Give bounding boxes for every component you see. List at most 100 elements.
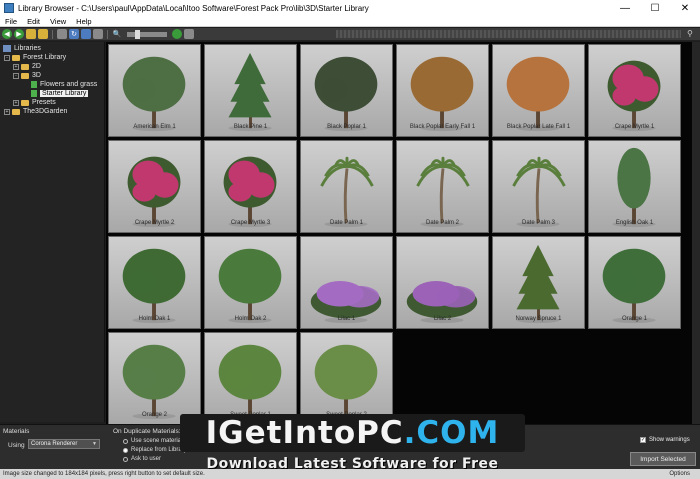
library-item[interactable]: English Oak 1 (588, 140, 681, 233)
expand-icon[interactable]: + (13, 63, 19, 70)
options-link[interactable]: Options (669, 471, 690, 477)
close-button[interactable]: ✕ (670, 0, 700, 16)
forward-icon[interactable]: ▶ (14, 29, 24, 39)
radio-button[interactable] (123, 438, 128, 444)
library-item[interactable]: Orange 1 (588, 236, 681, 329)
tree-item-flowers-and-grass[interactable]: Flowers and grass (0, 80, 104, 89)
folder-up-icon[interactable] (26, 29, 36, 39)
tree-item-3d[interactable]: - 3D (0, 71, 104, 80)
title-bar: Library Browser - C:\Users\paul\AppData\… (0, 0, 700, 16)
maximize-button[interactable]: ☐ (640, 0, 670, 16)
list-view-icon[interactable] (57, 29, 67, 39)
thumbnail-image (205, 141, 296, 232)
library-item[interactable]: Crape Myrtle 1 (588, 44, 681, 137)
folder-icon (21, 63, 29, 70)
thumbnail-image (493, 237, 584, 328)
radio-label: Use scene material (131, 438, 183, 444)
library-item[interactable]: Date Palm 2 (396, 140, 489, 233)
checkmark-icon[interactable]: ✓ (640, 437, 646, 443)
settings-icon[interactable] (184, 29, 194, 39)
tree-icon[interactable] (81, 29, 91, 39)
library-item[interactable]: American Elm 1 (108, 44, 201, 137)
item-label: Norway Spruce 1 (515, 316, 562, 322)
tree-label-selected: Starter Library (40, 90, 89, 97)
thumbnail-image (109, 141, 200, 232)
zoom-out-icon[interactable]: 🔍 (112, 29, 122, 39)
item-label: Crape Myrtle 2 (134, 220, 175, 226)
zoom-in-icon[interactable] (172, 29, 182, 39)
thumbnail-image (301, 141, 392, 232)
library-item[interactable]: Crape Myrtle 2 (108, 140, 201, 233)
expand-icon[interactable]: + (13, 99, 19, 106)
tree-item-libraries[interactable]: Libraries (0, 44, 104, 53)
item-label: Black Poplar Early Fall 1 (409, 124, 476, 130)
radio-replace[interactable]: Replace from Library (123, 447, 187, 453)
thumbnail-image (205, 45, 296, 136)
thumbnail-image (301, 237, 392, 328)
library-item[interactable]: Black Poplar Early Fall 1 (396, 44, 489, 137)
expand-icon[interactable]: + (4, 108, 10, 115)
menu-help[interactable]: Help (71, 17, 96, 26)
thumbnail-image (589, 237, 680, 328)
thumbnail-image (109, 45, 200, 136)
item-label: Date Palm 2 (425, 220, 459, 226)
library-item[interactable]: Holm Oak 2 (204, 236, 297, 329)
radio-use-scene[interactable]: Use scene material (123, 438, 182, 444)
collapse-icon[interactable]: - (13, 72, 19, 79)
library-item[interactable]: Sweet Poplar 1 (204, 332, 297, 424)
radio-button[interactable] (123, 447, 128, 453)
tree-item-forest-library[interactable]: - Forest Library (0, 53, 104, 62)
folder-icon (12, 108, 20, 115)
menu-edit[interactable]: Edit (22, 17, 45, 26)
radio-button[interactable] (123, 456, 128, 462)
minimize-button[interactable]: — (610, 0, 640, 16)
library-item[interactable]: Black Poplar Late Fall 1 (492, 44, 585, 137)
library-item[interactable]: Black Pine 1 (204, 44, 297, 137)
tree-item-2d[interactable]: + 2D (0, 62, 104, 71)
chevron-down-icon: ▼ (92, 441, 97, 447)
back-icon[interactable]: ◀ (2, 29, 12, 39)
library-item[interactable]: Holm Oak 1 (108, 236, 201, 329)
library-item[interactable]: Crape Myrtle 3 (204, 140, 297, 233)
tree-item-presets[interactable]: + Presets (0, 98, 104, 107)
thumbnail-size-slider[interactable] (127, 29, 167, 39)
item-label: Black Pine 1 (233, 124, 268, 130)
thumbnail-image (589, 45, 680, 136)
menu-file[interactable]: File (0, 17, 22, 26)
menu-view[interactable]: View (45, 17, 71, 26)
import-selected-button[interactable]: Import Selected (630, 452, 696, 466)
thumbnail-image (109, 237, 200, 328)
sort-icon[interactable] (93, 29, 103, 39)
library-item[interactable]: Sweet Poplar 2 (300, 332, 393, 424)
tree-label: Flowers and grass (40, 81, 98, 88)
tree-label: Forest Library (23, 54, 67, 61)
new-folder-icon[interactable] (38, 29, 48, 39)
tree-item-the3dgarden[interactable]: + The3DGarden (0, 107, 104, 116)
thumbnail-image (493, 141, 584, 232)
library-item[interactable]: Date Palm 3 (492, 140, 585, 233)
slider-knob[interactable] (135, 29, 140, 39)
tree-item-starter-library[interactable]: Starter Library (0, 89, 104, 98)
library-item[interactable]: Black Poplar 1 (300, 44, 393, 137)
library-item[interactable]: Date Palm 1 (300, 140, 393, 233)
item-label: Crape Myrtle 1 (614, 124, 655, 130)
library-item[interactable]: Orange 2 (108, 332, 201, 424)
renderer-select[interactable]: Corona Renderer ▼ (28, 439, 100, 449)
radio-label: Replace from Library (131, 447, 187, 453)
tree-label: The3DGarden (23, 108, 68, 115)
folder-icon (12, 54, 20, 61)
grid-scrollbar[interactable] (692, 42, 700, 424)
library-item[interactable]: Norway Spruce 1 (492, 236, 585, 329)
collapse-icon[interactable]: - (4, 54, 10, 61)
show-warnings-checkbox[interactable]: ✓ Show warnings (640, 437, 690, 443)
item-label: Crape Myrtle 3 (230, 220, 271, 226)
library-item[interactable]: Lilac 2 (396, 236, 489, 329)
filter-icon[interactable]: ⚲ (687, 29, 697, 39)
refresh-icon[interactable]: ↻ (69, 29, 79, 39)
library-item[interactable]: Lilac 1 (300, 236, 393, 329)
window-title: Library Browser - C:\Users\paul\AppData\… (18, 3, 369, 13)
thumbnail-image (205, 333, 296, 424)
radio-ask[interactable]: Ask to user (123, 456, 161, 462)
filter-bar[interactable] (336, 30, 681, 38)
thumbnail-image (301, 333, 392, 424)
